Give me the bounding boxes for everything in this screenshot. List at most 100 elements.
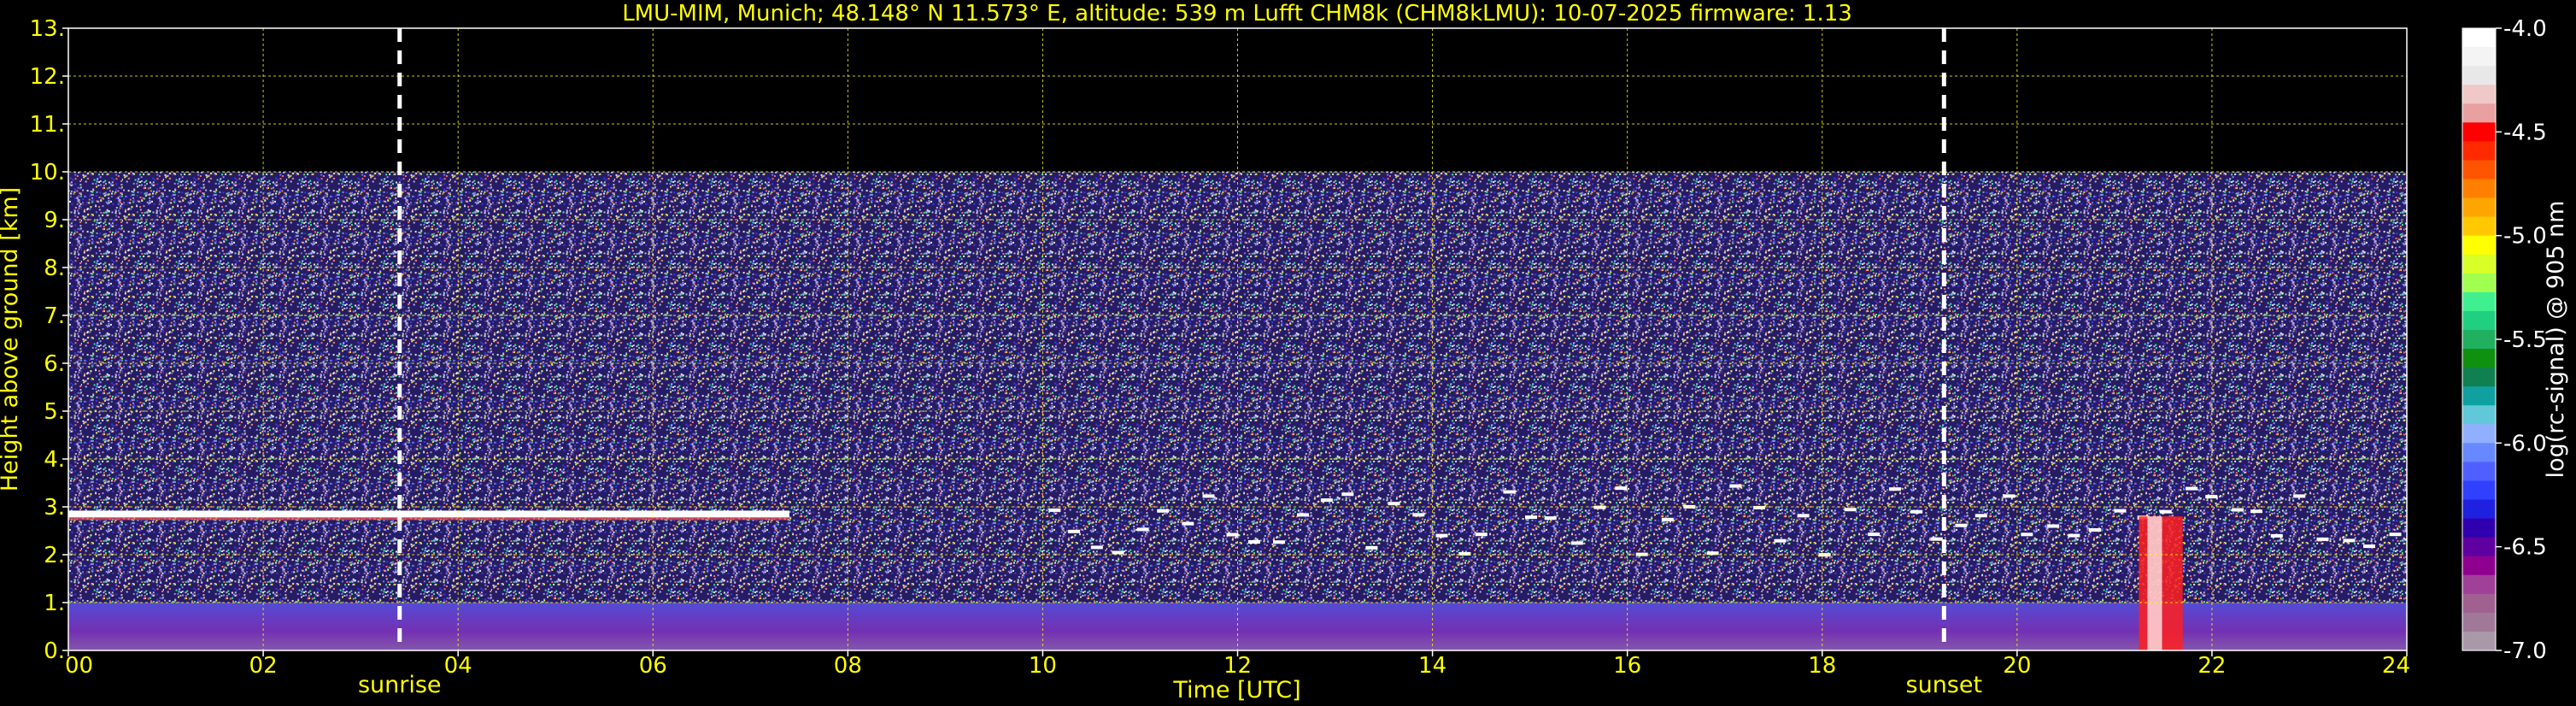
- cloud-segment: [1661, 517, 1674, 521]
- y-tick-label: 2.: [44, 543, 65, 568]
- cloud-segment: [1706, 551, 1719, 556]
- colorbar-swatch: [2462, 85, 2496, 104]
- y-tick-label: 6.: [44, 351, 65, 377]
- cloud-segment: [1888, 487, 1901, 491]
- cloud-segment: [1503, 490, 1516, 494]
- colorbar-swatch: [2462, 405, 2496, 425]
- chart-title: LMU-MIM, Munich; 48.148° N 11.573° E, al…: [622, 1, 1852, 26]
- cloud-segment: [1868, 532, 1881, 537]
- colorbar-tick-label: -6.0: [2503, 431, 2547, 456]
- cloud-segment: [1615, 486, 1628, 491]
- cloud-segment: [1593, 505, 1606, 509]
- cloud-segment: [1157, 509, 1170, 513]
- y-tick-label: 10.: [30, 160, 65, 185]
- cloud-segment: [2250, 509, 2262, 514]
- colorbar-swatch: [2462, 593, 2496, 614]
- cloud-segment: [2089, 528, 2101, 532]
- colorbar-swatch: [2462, 235, 2496, 256]
- cloud-segment: [2316, 537, 2329, 541]
- x-tick-label: 04: [444, 653, 472, 679]
- colorbar-swatch: [2462, 141, 2496, 162]
- precipitation-core: [2147, 516, 2162, 650]
- cloud-segment: [1955, 523, 1968, 527]
- ceilometer-chart: sunrise sunset 00 02 04 06 08 10 12 14 16 18 20 22 24…: [0, 1, 2569, 703]
- colorbar-swatch: [2462, 386, 2496, 406]
- cloud-segment: [1202, 494, 1215, 498]
- y-tick-label: 9.: [44, 208, 65, 233]
- cloud-segment: [2021, 532, 2033, 537]
- cloud-segment: [2293, 494, 2306, 498]
- y-tick-label: 7.: [44, 303, 65, 329]
- cloud-segment: [1068, 529, 1081, 533]
- cloud-segment: [1975, 514, 1987, 518]
- colorbar-swatch: [2462, 349, 2496, 368]
- y-tick-label: 5.: [44, 399, 65, 425]
- cloud-segment: [2114, 509, 2127, 513]
- cloud-segment: [1570, 541, 1583, 545]
- colorbar-swatch: [2462, 631, 2496, 651]
- x-tick-label: 24: [2382, 653, 2410, 679]
- cloud-segment: [2205, 495, 2218, 499]
- cloud-segment: [1112, 550, 1124, 555]
- y-tick-label: 11.: [30, 112, 65, 138]
- colorbar-tick-label: -4.5: [2503, 120, 2547, 145]
- x-tick-label: 00: [65, 653, 93, 679]
- x-axis-label: Time [UTC]: [1172, 677, 1300, 703]
- colorbar-swatch: [2462, 28, 2496, 48]
- colorbar-tick-label: -5.0: [2503, 224, 2547, 250]
- colorbar-tick-label: -5.5: [2503, 327, 2547, 353]
- y-axis: 0. 1. 2. 3. 4. 5. 6. 7. 8. 9. 10. 11. 12. 13.: [30, 16, 68, 664]
- cloud-segment: [1525, 515, 1537, 520]
- y-tick-label: 0.: [44, 638, 65, 664]
- x-tick-label: 12: [1223, 653, 1252, 679]
- colorbar-swatch: [2462, 537, 2496, 557]
- cloud-segment: [1844, 508, 1857, 512]
- y-tick-label: 13.: [30, 16, 65, 42]
- x-tick-label: 22: [2198, 653, 2226, 679]
- x-tick-label: 20: [2003, 653, 2031, 679]
- cloud-segment: [1774, 538, 1787, 543]
- cloud-segment: [2343, 538, 2356, 543]
- colorbar-swatch: [2462, 216, 2496, 237]
- y-tick-label: 1.: [44, 591, 65, 616]
- sunset-label: sunset: [1906, 672, 1983, 698]
- colorbar-swatch: [2462, 47, 2496, 67]
- cloud-segment: [2047, 524, 2060, 528]
- colorbar-ticks: -4.0 -4.5 -5.0 -5.5 -6.0 -6.5 -7.0: [2496, 16, 2547, 664]
- cloud-segment: [1136, 527, 1149, 532]
- colorbar-swatch: [2462, 273, 2496, 293]
- colorbar-swatch: [2462, 122, 2496, 142]
- cloud-layer: [68, 510, 789, 518]
- colorbar-swatch: [2462, 443, 2496, 462]
- cloud-segment: [1226, 532, 1239, 537]
- x-tick-label: 08: [834, 653, 862, 679]
- x-tick-label: 06: [639, 653, 667, 679]
- colorbar-swatch: [2462, 518, 2496, 538]
- colorbar-swatch: [2462, 462, 2496, 482]
- y-tick-label: 8.: [44, 256, 65, 281]
- cloud-segment: [1910, 509, 1923, 514]
- colorbar-swatch: [2462, 254, 2496, 274]
- x-tick-label: 14: [1418, 653, 1446, 679]
- cloud-layer-edge: [68, 517, 789, 521]
- colorbar-label: log(rc-signal) @ 905 nm: [2543, 201, 2569, 479]
- cloud-segment: [1729, 484, 1742, 488]
- cloud-segment: [1365, 545, 1378, 550]
- colorbar-swatch: [2462, 66, 2496, 85]
- y-axis-label: Height above ground [km]: [0, 187, 23, 491]
- cloud-segment: [1475, 532, 1488, 537]
- cloud-segment: [1182, 521, 1194, 526]
- cloud-segment: [2232, 508, 2244, 512]
- colorbar: [2462, 28, 2496, 651]
- colorbar-tick-label: -6.5: [2503, 535, 2547, 561]
- cloud-segment: [1412, 513, 1425, 517]
- colorbar-swatch: [2462, 612, 2496, 632]
- colorbar-swatch: [2462, 103, 2496, 123]
- cloud-segment: [1090, 545, 1103, 550]
- colorbar-swatch: [2462, 424, 2496, 444]
- cloud-segment: [1048, 508, 1061, 512]
- cloud-segment: [2389, 532, 2402, 537]
- cloud-segment: [1341, 492, 1354, 497]
- colorbar-tick-label: -7.0: [2503, 638, 2547, 664]
- cloud-segment: [1388, 502, 1400, 506]
